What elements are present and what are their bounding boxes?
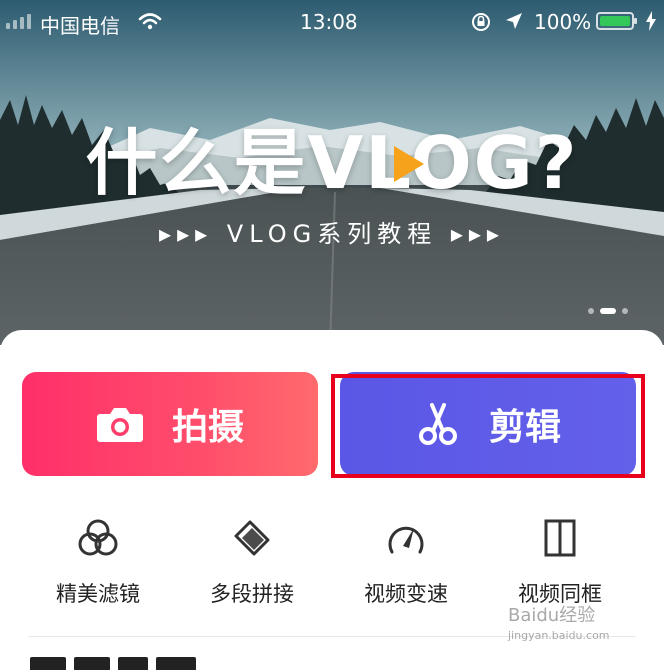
carousel-dot-active [600,308,616,314]
signal-strength-icon [6,14,31,29]
carousel-dot [588,308,594,314]
banner-subtitle: ▸▸▸ VLOG系列教程 ▸▸▸ [159,220,505,248]
watermark-url: jingyan.baidu.com [508,629,610,642]
watermark-brand: Baidu经验 [508,605,596,626]
tool-row: 精美滤镜 多段拼接 视频变速 视频同框 [0,516,664,608]
tool-duet[interactable]: 视频同框 [483,516,637,608]
banner-carousel[interactable]: 中国电信 13:08 100% 什么是VLOG? ▸▸▸ VLOG系列教程 ▸▸… [0,0,664,345]
banner-title: 什么是VLOG? [85,121,579,205]
tool-splice[interactable]: 多段拼接 [175,516,329,608]
wifi-icon [138,13,162,30]
tool-filter[interactable]: 精美滤镜 [21,516,175,608]
shoot-button-label: 拍摄 [171,407,244,448]
tool-label: 精美滤镜 [56,582,140,606]
watermark: Baidu经验 jingyan.baidu.com [508,606,610,646]
location-arrow-icon [506,13,522,29]
status-bar: 中国电信 13:08 100% [0,0,664,44]
highlight-frame [331,374,645,478]
battery-icon [596,12,637,30]
carrier-name: 中国电信 [40,14,120,38]
shoot-button[interactable]: 拍摄 [22,372,318,476]
carousel-dot [622,308,628,314]
carousel-indicator [588,308,628,314]
tool-label: 多段拼接 [210,582,294,606]
tool-speed[interactable]: 视频变速 [329,516,483,608]
section-heading-cutoff [30,656,230,670]
charging-bolt-icon [646,11,656,31]
battery-percent: 100% [534,10,592,34]
rotation-lock-icon [472,13,490,31]
play-icon [394,146,424,182]
status-time: 13:08 [300,10,358,34]
tool-label: 视频变速 [364,582,448,606]
split-frame-icon [544,519,576,557]
tool-label: 视频同框 [518,582,602,606]
camera-icon [96,408,143,442]
filter-circles-icon [78,519,118,556]
layers-icon [234,520,270,556]
speed-gauge-icon [388,526,424,554]
